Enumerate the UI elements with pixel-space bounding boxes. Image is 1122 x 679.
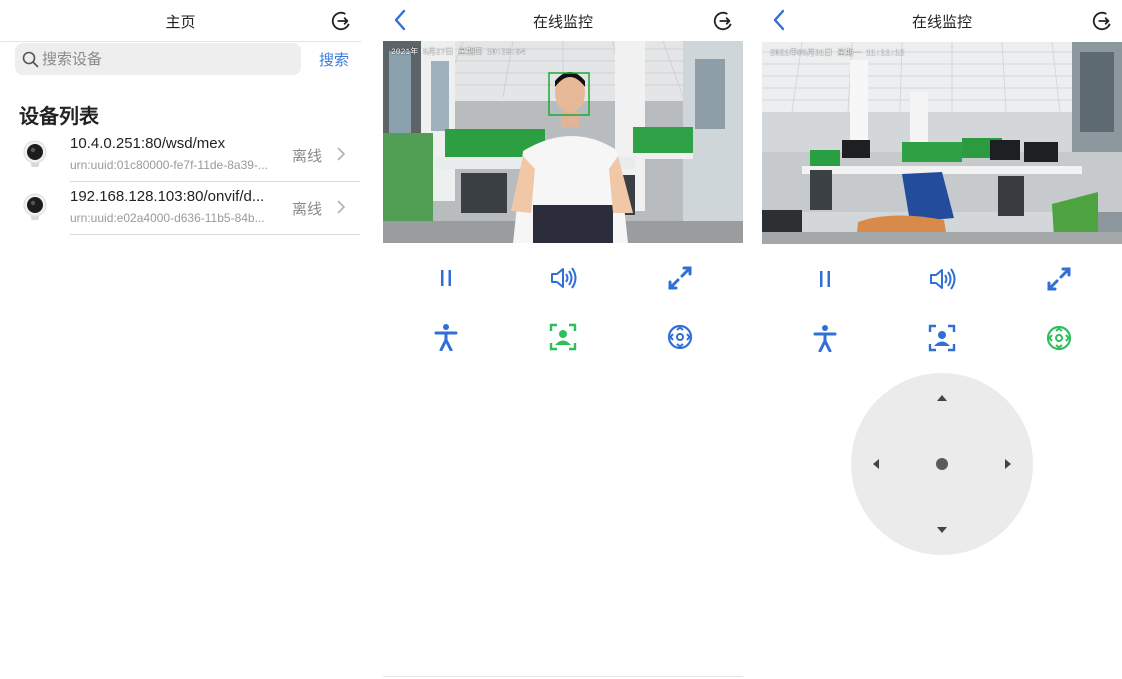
page-title: 在线监控 — [911, 14, 972, 31]
device-status: 离线 — [292, 201, 323, 218]
logout-icon[interactable] — [330, 10, 352, 32]
person-icon[interactable] — [811, 324, 839, 352]
arrow-up-icon[interactable] — [935, 391, 949, 405]
monitor-header: 在线监控 — [762, 0, 1122, 41]
video-timestamp: 2021年05月31日 星期一 11:11:12 — [770, 49, 905, 58]
arrow-right-icon[interactable] — [1001, 457, 1015, 471]
person-icon[interactable] — [432, 323, 460, 351]
chevron-right-icon — [337, 147, 346, 161]
arrow-left-icon[interactable] — [869, 457, 883, 471]
monitor-screen-ptz: 在线监控 2021年05月31日 星期一 11:11:12 — [762, 0, 1122, 679]
ptz-control-icon[interactable] — [1045, 324, 1073, 352]
arrow-down-icon[interactable] — [935, 523, 949, 537]
device-uuid: urn:uuid:01c80000-fe7f-11de-8a39-... — [70, 158, 268, 172]
video-frame — [762, 42, 1122, 244]
pause-icon[interactable] — [432, 264, 460, 292]
video-feed[interactable]: 2021年05月31日 星期一 11:11:12 — [762, 42, 1122, 244]
video-feed[interactable]: 2021年 5月27日 星期四 10:19:54 — [383, 41, 743, 243]
row-divider — [70, 234, 360, 235]
page-title: 在线监控 — [532, 14, 593, 31]
volume-icon[interactable] — [928, 265, 956, 293]
chevron-right-icon — [337, 200, 346, 214]
face-frame-icon[interactable] — [928, 324, 956, 352]
device-row[interactable]: 192.168.128.103:80/onvif/d... urn:uuid:e… — [0, 181, 361, 235]
fullscreen-icon[interactable] — [1045, 265, 1073, 293]
ptz-joystick[interactable] — [851, 373, 1033, 555]
pause-icon[interactable] — [811, 265, 839, 293]
camera-icon — [23, 140, 47, 167]
video-timestamp: 2021年 5月27日 星期四 10:19:54 — [391, 48, 526, 57]
search-box — [15, 43, 301, 75]
search-input[interactable] — [42, 48, 292, 70]
device-row[interactable]: 10.4.0.251:80/wsd/mex urn:uuid:01c80000-… — [0, 128, 361, 182]
logout-icon[interactable] — [1091, 10, 1113, 32]
device-name: 192.168.128.103:80/onvif/d... — [70, 188, 265, 205]
home-screen: 主页 搜索 设备列表 10.4.0.251:80/wsd/mex urn:uui… — [0, 0, 361, 679]
page-title: 主页 — [165, 14, 196, 31]
volume-icon[interactable] — [549, 264, 577, 292]
device-name: 10.4.0.251:80/wsd/mex — [70, 135, 226, 152]
ptz-center-button[interactable] — [935, 457, 949, 471]
search-icon — [22, 51, 39, 68]
logout-icon[interactable] — [712, 10, 734, 32]
device-uuid: urn:uuid:e02a4000-d636-11b5-84b... — [70, 211, 265, 225]
face-frame-icon[interactable] — [549, 323, 577, 351]
monitor-header: 在线监控 — [383, 0, 743, 41]
home-header: 主页 — [0, 0, 361, 42]
video-frame — [383, 41, 743, 243]
device-list-title: 设备列表 — [19, 106, 99, 128]
search-button[interactable]: 搜索 — [319, 49, 349, 70]
monitor-screen-face: 在线监控 2021年 5月27日 星期四 10:19:54 — [383, 0, 743, 679]
camera-icon — [23, 193, 47, 220]
fullscreen-icon[interactable] — [666, 264, 694, 292]
device-status: 离线 — [292, 148, 323, 165]
ptz-control-icon[interactable] — [666, 323, 694, 351]
divider — [383, 676, 743, 677]
